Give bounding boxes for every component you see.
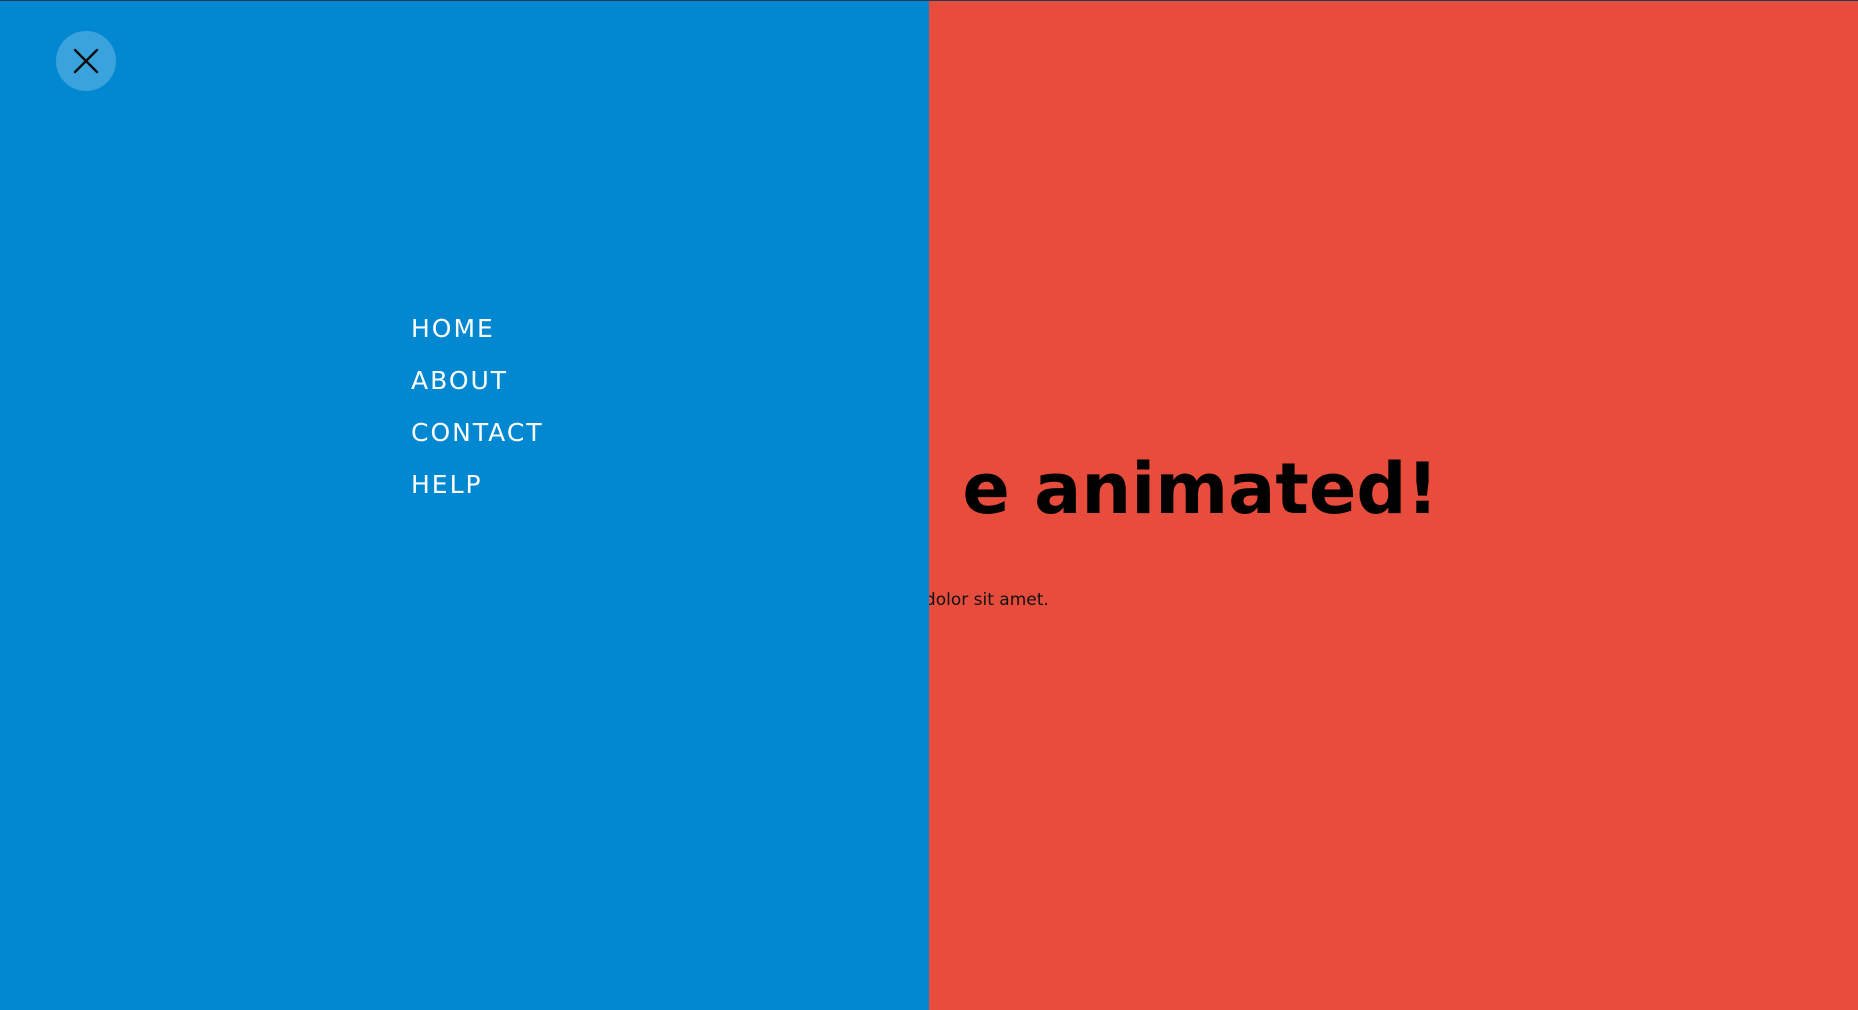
nav-menu: HOME ABOUT CONTACT HELP [411, 310, 544, 518]
nav-item-home: HOME [411, 310, 544, 362]
menu-panel: HOME ABOUT CONTACT HELP [0, 0, 929, 1010]
nav-link-contact[interactable]: CONTACT [411, 414, 544, 452]
nav-item-help: HELP [411, 466, 544, 518]
close-menu-button[interactable] [56, 31, 116, 91]
nav-item-contact: CONTACT [411, 414, 544, 466]
nav-link-about[interactable]: ABOUT [411, 362, 508, 400]
hero-text-visible-part: dolor sit amet. [924, 590, 1049, 610]
close-icon [73, 48, 99, 74]
hero-title-visible-part: e animated! [962, 448, 1439, 530]
nav-link-help[interactable]: HELP [411, 466, 483, 504]
page: Everything is e animated! Lorem ipsum do… [0, 0, 1858, 1010]
nav-link-home[interactable]: HOME [411, 310, 495, 348]
nav-item-about: ABOUT [411, 362, 544, 414]
top-border [0, 0, 1858, 1]
